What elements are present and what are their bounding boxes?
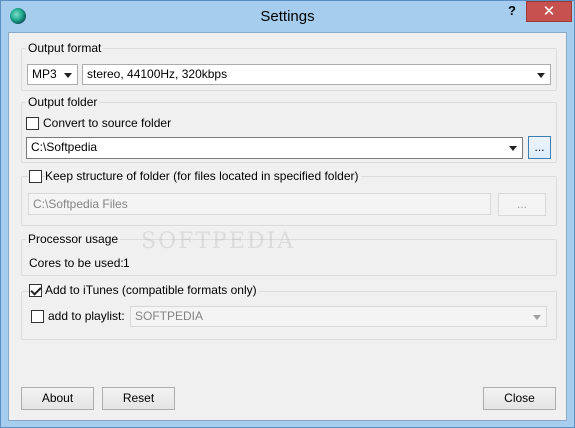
processor-usage-label: Processor usage <box>26 232 121 246</box>
browse-output-folder-button[interactable]: ... <box>528 136 551 159</box>
close-button[interactable]: Close <box>483 387 556 410</box>
quality-select[interactable]: stereo, 44100Hz, 320kbps <box>82 64 551 85</box>
add-to-playlist-checkbox[interactable] <box>31 310 44 323</box>
settings-panel: Output format MP3 stereo, 44100Hz, 320kb… <box>8 32 567 421</box>
quality-select-value: stereo, 44100Hz, 320kbps <box>87 67 228 81</box>
window-title: Settings <box>260 8 315 25</box>
cores-value: 1 <box>123 256 130 270</box>
close-window-button[interactable]: ✕ <box>526 1 572 22</box>
cores-label: Cores to be used: <box>29 256 124 270</box>
format-select-value: MP3 <box>32 67 57 81</box>
add-to-itunes-checkbox[interactable] <box>29 284 42 297</box>
chevron-down-icon <box>509 146 517 151</box>
structure-folder-input[interactable]: C:\Softpedia Files <box>28 193 491 215</box>
add-to-playlist-label[interactable]: add to playlist: <box>48 309 125 323</box>
add-to-itunes-label[interactable]: Add to iTunes (compatible formats only) <box>45 283 259 297</box>
output-format-label: Output format <box>26 41 104 55</box>
keep-structure-checkbox[interactable] <box>29 170 42 183</box>
title-bar[interactable]: Settings ? ✕ <box>1 1 574 32</box>
help-button[interactable]: ? <box>501 1 523 22</box>
output-format-group: Output format MP3 stereo, 44100Hz, 320kb… <box>21 41 557 91</box>
format-select[interactable]: MP3 <box>27 64 78 85</box>
playlist-select-value: SOFTPEDIA <box>135 309 204 323</box>
browse-structure-folder-button[interactable]: ... <box>498 193 546 216</box>
output-folder-value: C:\Softpedia <box>31 140 98 154</box>
keep-structure-label[interactable]: Keep structure of folder (for files loca… <box>45 169 361 183</box>
softpedia-watermark: SOFTPEDIA <box>141 229 296 254</box>
output-folder-input[interactable]: C:\Softpedia <box>26 137 523 159</box>
convert-to-source-checkbox[interactable] <box>26 117 39 130</box>
settings-window: Settings ? ✕ Output format MP3 stereo, 4… <box>0 0 575 428</box>
convert-to-source-label[interactable]: Convert to source folder <box>43 116 171 130</box>
playlist-select[interactable]: SOFTPEDIA <box>130 306 547 327</box>
chevron-down-icon <box>533 315 541 320</box>
reset-button[interactable]: Reset <box>102 387 175 410</box>
about-button[interactable]: About <box>21 387 94 410</box>
output-folder-label: Output folder <box>26 95 100 109</box>
chevron-down-icon <box>537 73 545 78</box>
chevron-down-icon <box>64 73 72 78</box>
